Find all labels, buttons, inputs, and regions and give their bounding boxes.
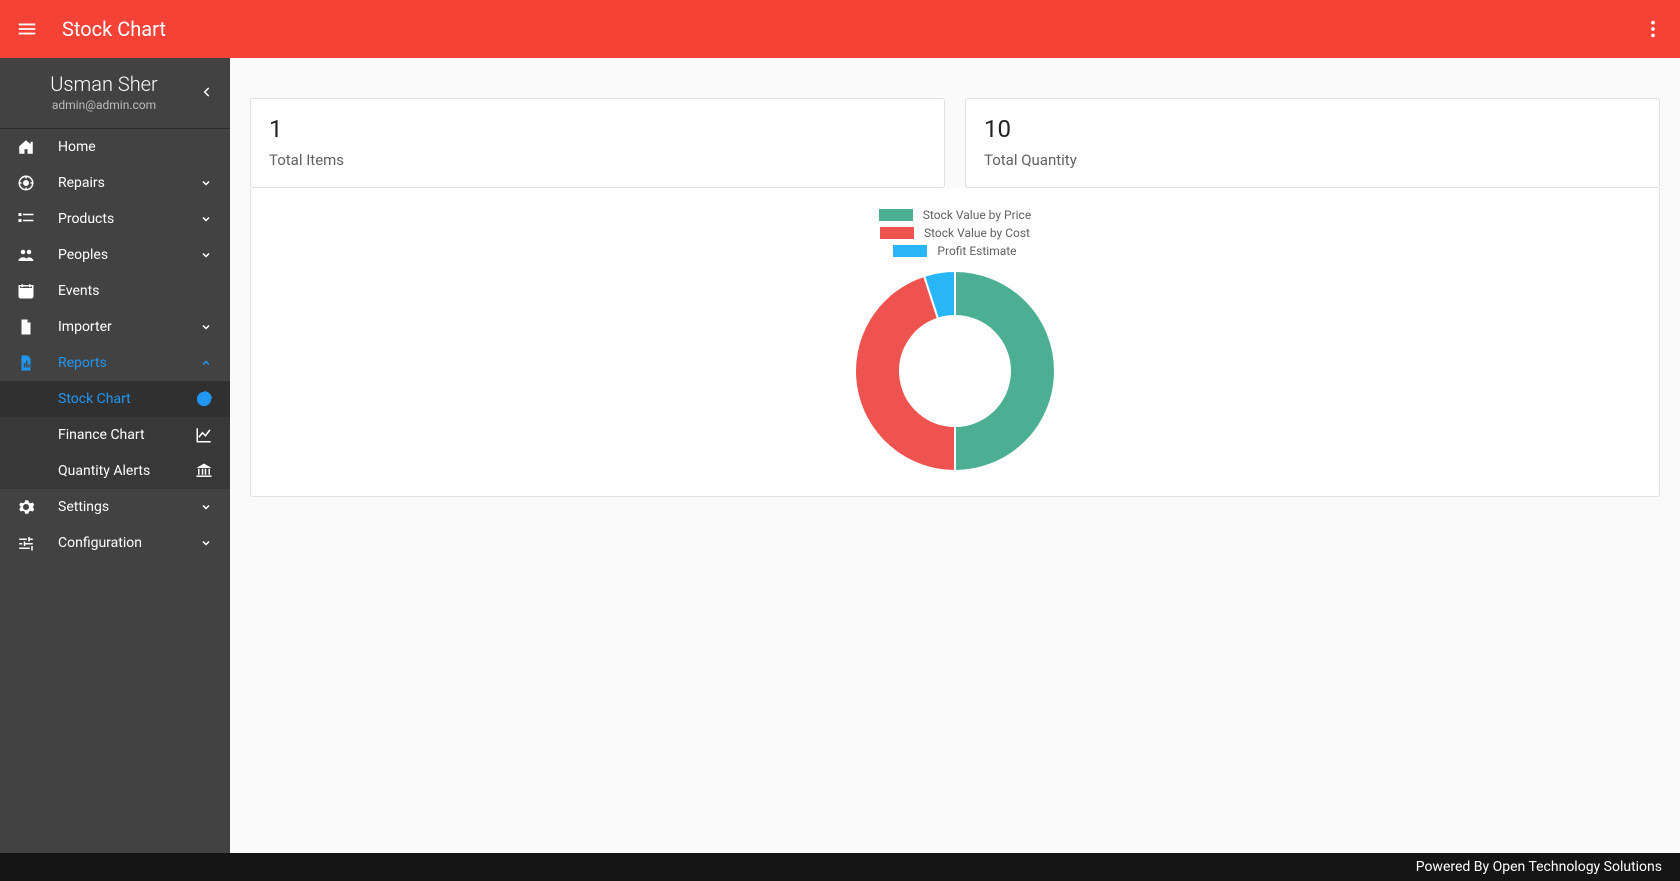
user-email: admin@admin.com — [16, 98, 192, 112]
sidebar-item-label: Reports — [58, 355, 176, 371]
chevron-down-icon — [198, 213, 214, 225]
sidebar-item-home[interactable]: Home — [0, 129, 230, 165]
sidebar-item-label: Stock Chart — [58, 391, 172, 407]
donut-icon — [194, 390, 214, 408]
card-value: 10 — [984, 115, 1641, 143]
card-value: 1 — [269, 115, 926, 143]
card-total-quantity: 10 Total Quantity — [965, 98, 1660, 188]
sidebar-item-label: Finance Chart — [58, 427, 172, 443]
legend-swatch — [879, 209, 913, 221]
repairs-icon — [16, 174, 36, 192]
legend-label: Profit Estimate — [937, 244, 1016, 258]
sidebar-item-peoples[interactable]: Peoples — [0, 237, 230, 273]
user-block: Usman Sher admin@admin.com — [0, 58, 230, 128]
card-label: Total Quantity — [984, 151, 1641, 169]
sidebar-nav: Home Repairs Products — [0, 129, 230, 381]
sidebar-item-events[interactable]: Events — [0, 273, 230, 309]
sidebar-item-settings[interactable]: Settings — [0, 489, 230, 525]
legend-item: Profit Estimate — [879, 242, 1031, 260]
sidebar-item-repairs[interactable]: Repairs — [0, 165, 230, 201]
appbar: Stock Chart — [0, 0, 1680, 58]
card-label: Total Items — [269, 151, 926, 169]
file-icon — [16, 318, 36, 336]
donut-chart — [850, 266, 1060, 476]
chevron-down-icon — [198, 321, 214, 333]
report-icon — [16, 354, 36, 372]
chart-legend: Stock Value by Price Stock Value by Cost… — [879, 206, 1031, 260]
sidebar-item-label: Quantity Alerts — [58, 463, 172, 479]
sidebar-item-label: Home — [58, 139, 176, 155]
chevron-up-icon — [198, 357, 214, 369]
sidebar-item-finance-chart[interactable]: Finance Chart — [0, 417, 230, 453]
chart-panel: Stock Value by Price Stock Value by Cost… — [250, 188, 1660, 497]
legend-item: Stock Value by Cost — [879, 224, 1031, 242]
sidebar-item-label: Peoples — [58, 247, 176, 263]
sidebar-subnav-reports: Stock Chart Finance Chart Quantity Alert… — [0, 381, 230, 489]
calendar-icon — [16, 282, 36, 300]
footer-text: Powered By Open Technology Solutions — [1416, 859, 1662, 875]
footer: Powered By Open Technology Solutions — [0, 853, 1680, 881]
sidebar-item-label: Products — [58, 211, 176, 227]
home-icon — [16, 138, 36, 156]
sidebar-item-importer[interactable]: Importer — [0, 309, 230, 345]
more-vert-icon[interactable] — [1642, 18, 1664, 40]
sidebar-collapse-button[interactable] — [200, 85, 214, 99]
gear-icon — [16, 498, 36, 516]
sidebar-item-reports[interactable]: Reports — [0, 345, 230, 381]
chevron-down-icon — [198, 177, 214, 189]
chevron-down-icon — [198, 537, 214, 549]
legend-swatch — [880, 227, 914, 239]
bank-icon — [194, 462, 214, 480]
legend-label: Stock Value by Price — [923, 208, 1031, 222]
sidebar-item-quantity-alerts[interactable]: Quantity Alerts — [0, 453, 230, 489]
sidebar-item-stock-chart[interactable]: Stock Chart — [0, 381, 230, 417]
sidebar-item-label: Events — [58, 283, 176, 299]
legend-swatch — [893, 245, 927, 257]
legend-item: Stock Value by Price — [879, 206, 1031, 224]
hamburger-icon[interactable] — [16, 18, 38, 40]
sidebar-item-label: Importer — [58, 319, 176, 335]
sidebar-item-label: Configuration — [58, 535, 176, 551]
main-content: 1 Total Items 10 Total Quantity Stock Va… — [230, 58, 1680, 853]
chevron-down-icon — [198, 501, 214, 513]
line-chart-icon — [194, 426, 214, 444]
sidebar-item-configuration[interactable]: Configuration — [0, 525, 230, 561]
sidebar-item-label: Repairs — [58, 175, 176, 191]
sidebar: Usman Sher admin@admin.com Home Repairs — [0, 58, 230, 853]
legend-label: Stock Value by Cost — [924, 226, 1030, 240]
page-title: Stock Chart — [62, 17, 166, 41]
people-icon — [16, 246, 36, 264]
chevron-down-icon — [198, 249, 214, 261]
products-icon — [16, 210, 36, 228]
sidebar-item-products[interactable]: Products — [0, 201, 230, 237]
tune-icon — [16, 534, 36, 552]
card-total-items: 1 Total Items — [250, 98, 945, 188]
user-name: Usman Sher — [16, 72, 192, 96]
sidebar-item-label: Settings — [58, 499, 176, 515]
